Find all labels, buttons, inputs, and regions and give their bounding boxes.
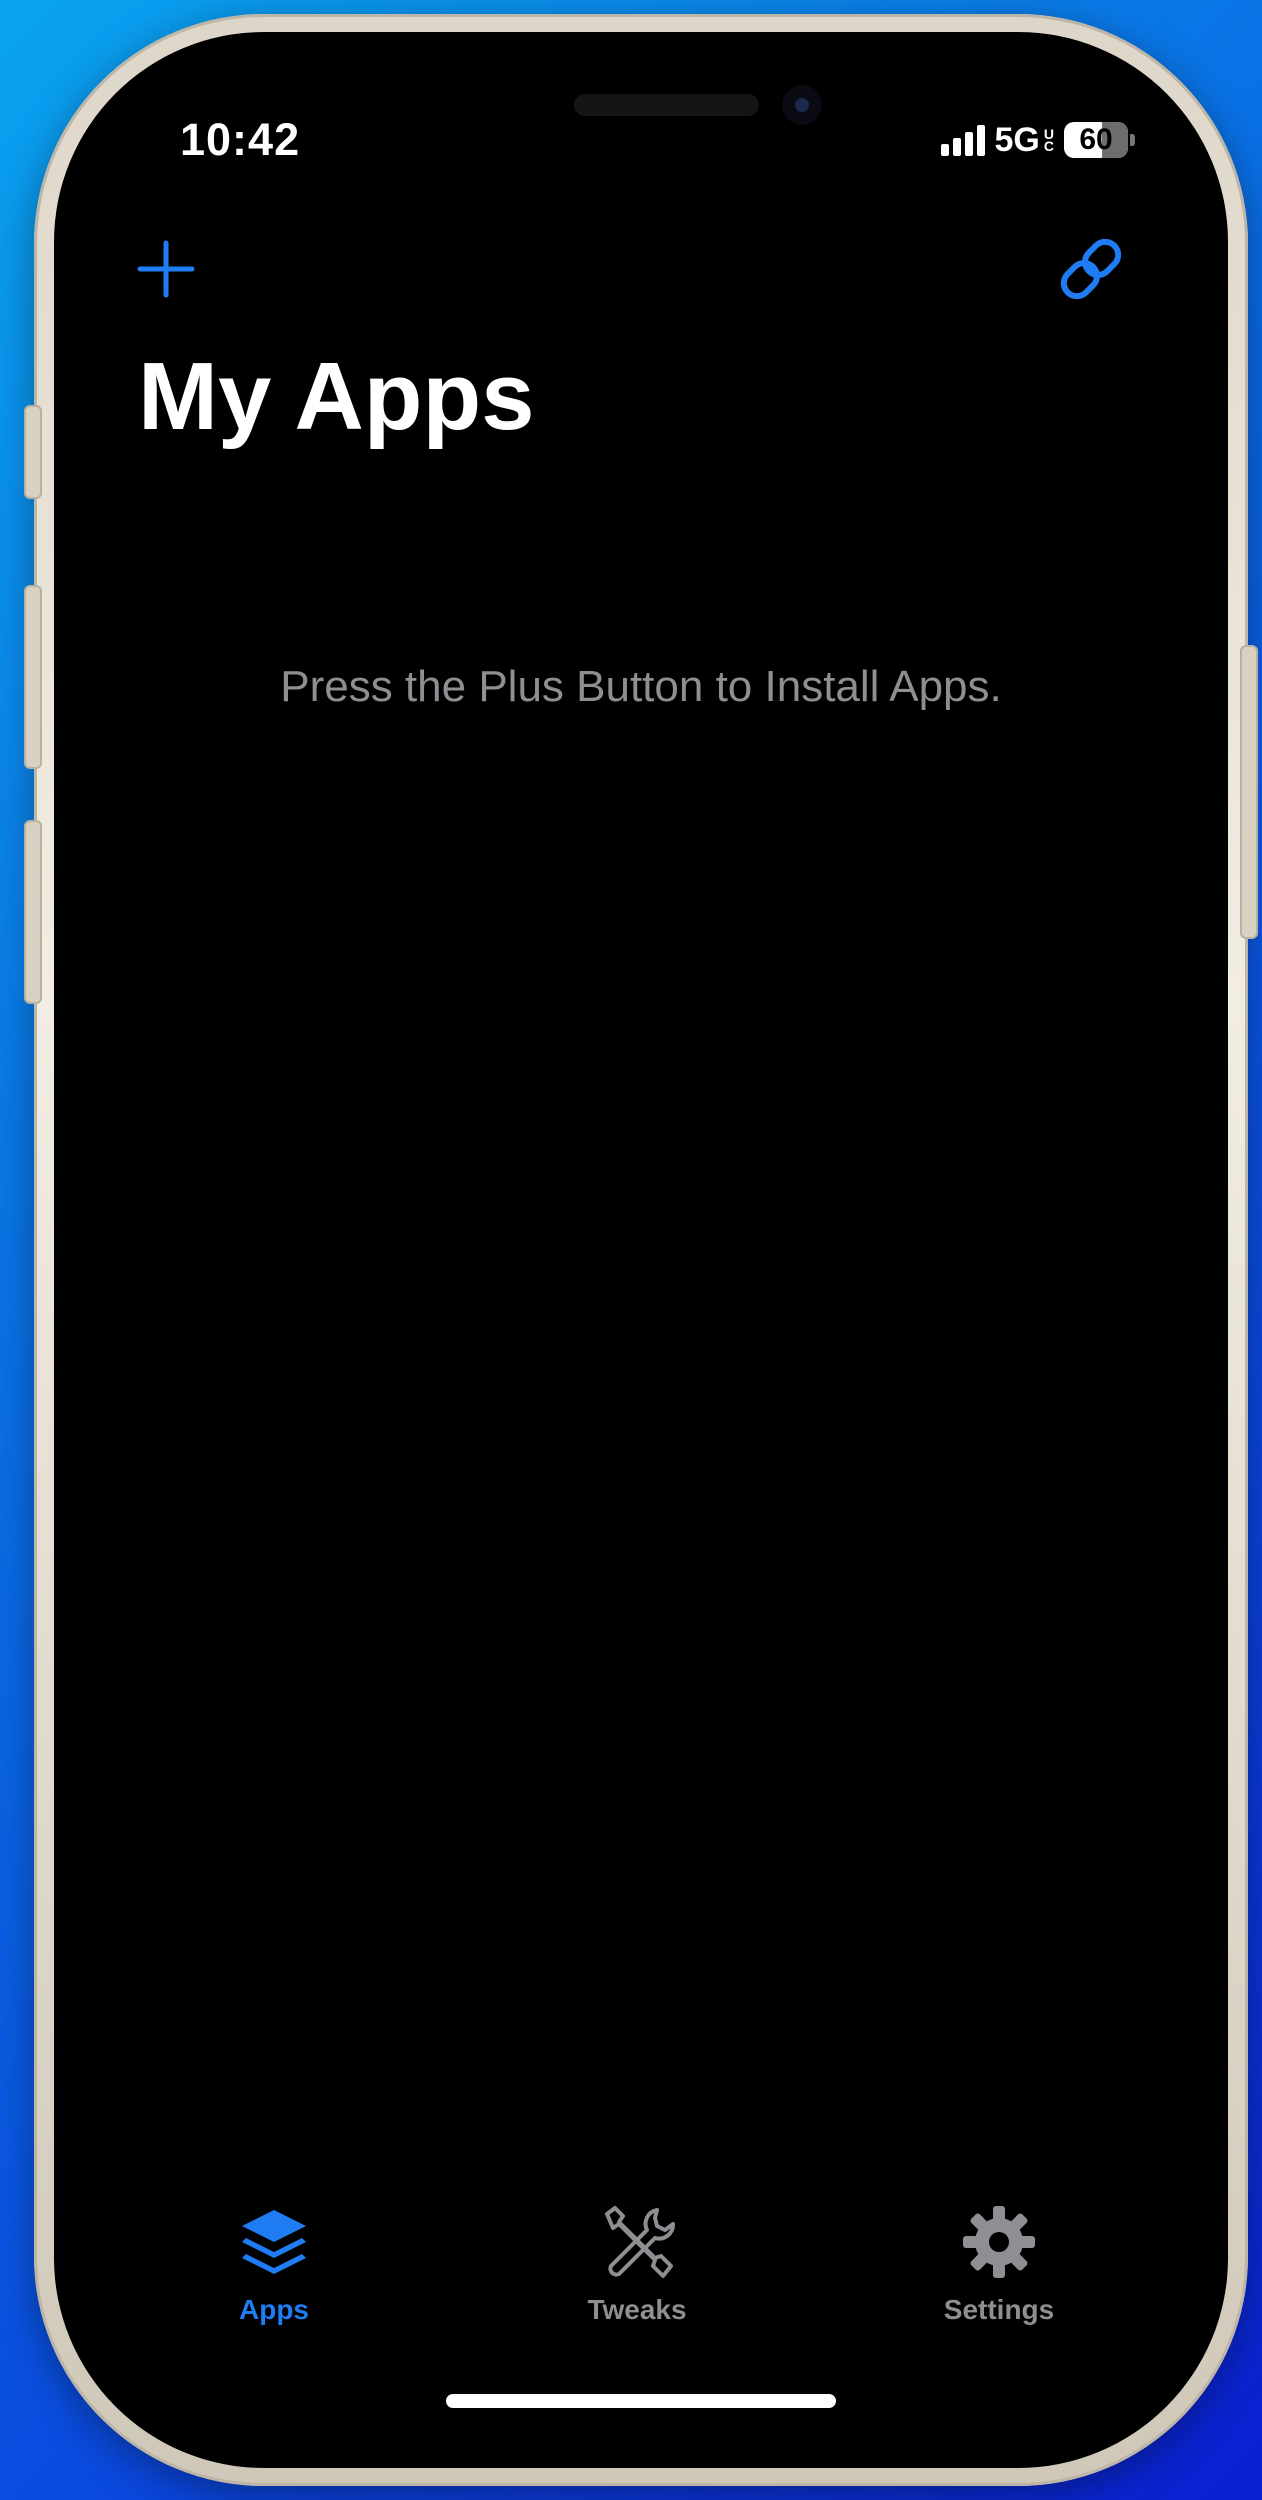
tab-label: Tweaks xyxy=(587,2294,687,2325)
status-time: 10:42 xyxy=(180,114,301,165)
tab-label: Settings xyxy=(943,2294,1055,2325)
page-title: My Apps xyxy=(138,343,535,450)
volume-up-button xyxy=(24,585,42,769)
tab-label: Apps xyxy=(239,2294,309,2325)
gear-icon xyxy=(963,2206,1035,2278)
status-indicators: 5G U C 60 xyxy=(940,120,1135,160)
network-type: 5G xyxy=(994,120,1040,159)
stack-icon xyxy=(242,2210,306,2274)
home-indicator[interactable] xyxy=(446,2394,836,2408)
wrench-screwdriver-icon xyxy=(605,2206,675,2278)
empty-state-message: Press the Plus Button to Install Apps. xyxy=(280,662,1002,711)
power-button xyxy=(1240,645,1258,939)
volume-down-button xyxy=(24,820,42,1004)
battery-icon: 60 xyxy=(1064,122,1135,158)
status-bar: 10:42 5G U C 60 xyxy=(54,32,1228,172)
screen: 10:42 5G U C 60 My Apps Press the Plus B… xyxy=(54,32,1228,2468)
tab-tweaks[interactable]: Tweaks xyxy=(517,2202,757,2352)
tab-bar: Apps Tweaks Settings xyxy=(54,2202,1228,2382)
battery-level: 60 xyxy=(1079,123,1113,156)
action-button xyxy=(24,405,42,499)
dynamic-island xyxy=(574,94,759,116)
tab-settings[interactable]: Settings xyxy=(879,2202,1119,2352)
plus-icon[interactable] xyxy=(134,237,198,301)
cellular-signal-icon xyxy=(940,124,985,156)
tab-apps[interactable]: Apps xyxy=(154,2202,394,2352)
front-camera xyxy=(782,85,822,125)
link-icon[interactable] xyxy=(1054,232,1128,306)
network-uc: U C xyxy=(1043,126,1054,154)
